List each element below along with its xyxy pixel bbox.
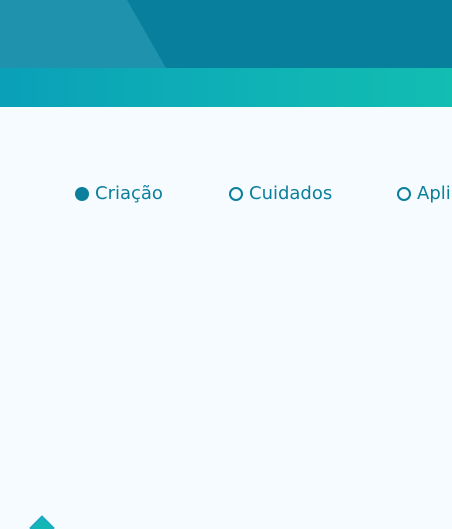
category-radio-group: o Criação Cuidados Apli (0, 184, 452, 204)
radio-option-aplicacao[interactable]: Apli (397, 184, 451, 204)
radio-unchecked-icon (229, 187, 243, 201)
header-decorative-shape (0, 0, 166, 68)
radio-option-criacao[interactable]: Criação (75, 184, 163, 204)
radio-option-label: Cuidados (249, 184, 333, 204)
accent-bar (0, 68, 452, 107)
radio-option-label: Criação (95, 184, 163, 204)
radio-unchecked-icon (397, 187, 411, 201)
radio-checked-icon (75, 187, 89, 201)
content-area (0, 107, 452, 529)
radio-option-cuidados[interactable]: Cuidados (229, 184, 332, 204)
header-band (0, 0, 452, 68)
page: o Criação Cuidados Apli (0, 0, 452, 529)
radio-option-label: Apli (417, 184, 451, 204)
